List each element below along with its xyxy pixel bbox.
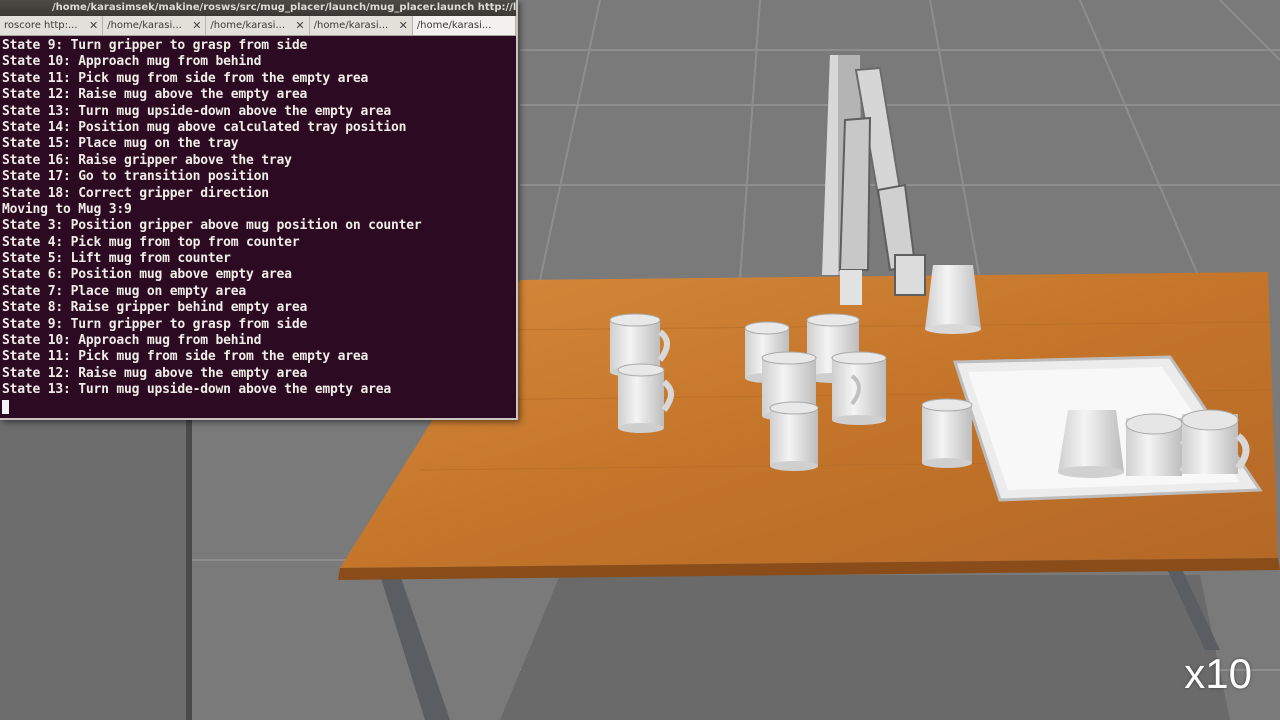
tab-bar: roscore http:... ✕ /home/karasi... ✕ /home… xyxy=(0,16,517,36)
close-icon[interactable]: ✕ xyxy=(399,19,408,32)
console-line: Moving to Mug 3:9 xyxy=(2,201,132,217)
console-line: State 11: Pick mug from side from the em… xyxy=(2,70,369,86)
console-line: State 13: Turn mug upside-down above the… xyxy=(2,382,391,398)
console-line: State 18: Correct gripper direction xyxy=(2,185,269,201)
console-line: State 13: Turn mug upside-down above the… xyxy=(2,103,391,119)
console-line: State 16: Raise gripper above the tray xyxy=(2,152,292,168)
window-title: /home/karasimsek/makine/rosws/src/mug_pl… xyxy=(0,0,516,16)
console-line: State 4: Pick mug from top from counter xyxy=(2,234,300,250)
playback-speed-label: x10 xyxy=(1184,650,1252,697)
tab-4[interactable]: /home/karasi... ✕ xyxy=(310,16,413,35)
left-wall xyxy=(0,418,192,720)
close-icon[interactable]: ✕ xyxy=(192,19,201,32)
close-icon[interactable]: ✕ xyxy=(89,19,98,32)
tab-roscore[interactable]: roscore http:... ✕ xyxy=(0,16,104,35)
terminal-window[interactable]: /home/karasimsek/makine/rosws/src/mug_pl… xyxy=(0,0,518,420)
mug xyxy=(921,398,973,468)
console-output[interactable]: State 9: Turn gripper to grasp from side… xyxy=(0,36,516,414)
console-line: State 9: Turn gripper to grasp from side xyxy=(2,38,308,53)
mug xyxy=(769,401,819,471)
tab-2[interactable]: /home/karasi... ✕ xyxy=(103,16,207,35)
console-line: State 17: Go to transition position xyxy=(2,169,269,185)
console-line: State 8: Raise gripper behind empty area xyxy=(2,300,308,316)
mug xyxy=(1181,409,1250,474)
console-line: State 12: Raise mug above the empty area xyxy=(2,87,308,103)
console-line: State 14: Position mug above calculated … xyxy=(2,119,407,135)
console-line: State 11: Pick mug from side from the em… xyxy=(2,349,369,365)
console-line: State 3: Position gripper above mug posi… xyxy=(2,218,422,234)
mug xyxy=(1058,410,1124,478)
console-line: State 6: Position mug above empty area xyxy=(2,267,292,283)
console-line: State 5: Lift mug from counter xyxy=(2,251,231,267)
mug xyxy=(1125,413,1194,476)
tab-3[interactable]: /home/karasi... ✕ xyxy=(206,16,310,35)
mug xyxy=(617,363,674,433)
close-icon[interactable]: ✕ xyxy=(295,19,304,32)
text-cursor xyxy=(2,399,9,414)
console-line: State 10: Approach mug from behind xyxy=(2,54,262,70)
console-line: State 12: Raise mug above the empty area xyxy=(2,365,308,381)
console-line: State 9: Turn gripper to grasp from side xyxy=(2,316,308,332)
console-line: State 7: Place mug on empty area xyxy=(2,283,247,299)
mug xyxy=(925,265,981,334)
tab-5-active[interactable]: /home/karasi... xyxy=(412,16,517,35)
console-line: State 15: Place mug on the tray xyxy=(2,136,239,152)
mug xyxy=(831,351,887,425)
console-line: State 10: Approach mug from behind xyxy=(2,333,262,349)
